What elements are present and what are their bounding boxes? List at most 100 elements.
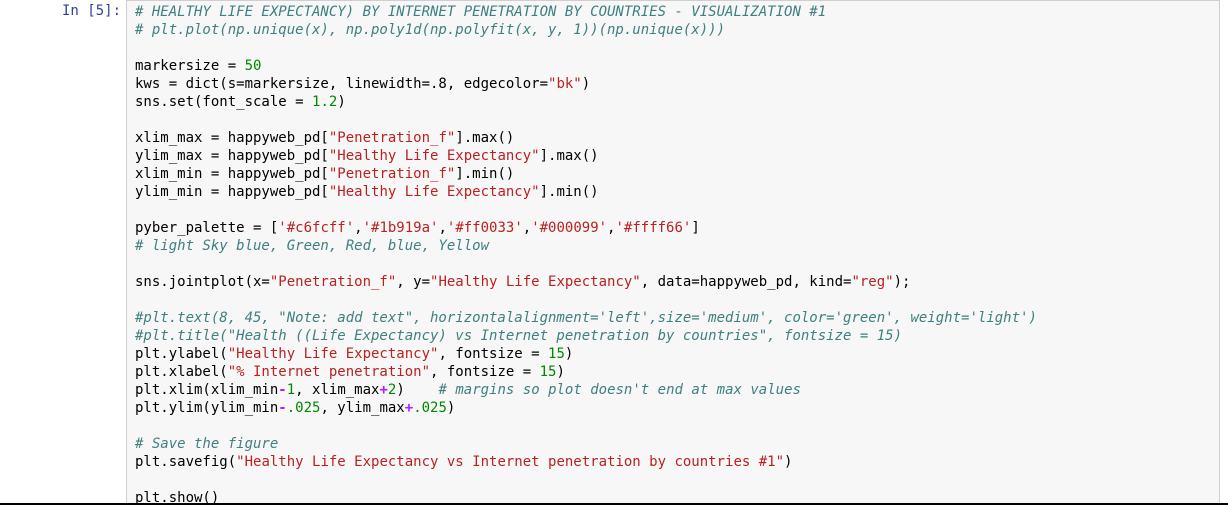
code-line: sns.jointplot(x="Penetration_f", y="Heal… xyxy=(135,273,1219,291)
code-token: "Healthy Life Expectancy vs Internet pen… xyxy=(236,454,785,470)
code-line: plt.ylim(ylim_min-.025, ylim_max+.025) xyxy=(135,399,1219,417)
code-token: ].min() xyxy=(539,184,599,200)
code-token: ].max() xyxy=(539,148,599,164)
code-token: , xyxy=(522,220,532,236)
code-token: 50 xyxy=(244,58,262,74)
code-cell-input[interactable]: # HEALTHY LIFE EXPECTANCY) BY INTERNET P… xyxy=(126,0,1220,505)
code-token: - xyxy=(278,400,287,416)
code-token: '#ff0033' xyxy=(446,220,523,236)
code-token: #plt.text(8, 45, "Note: add text", horiz… xyxy=(135,310,1037,326)
code-line: plt.savefig("Healthy Life Expectancy vs … xyxy=(135,453,1219,471)
code-token: # Save the figure xyxy=(135,436,279,452)
code-token: , y= xyxy=(396,274,431,290)
code-token: , xyxy=(354,220,363,236)
code-token: + xyxy=(404,400,414,416)
code-token: pyber_palette = [ xyxy=(135,220,279,236)
code-token: "% Internet penetration" xyxy=(227,364,431,380)
code-token: 15 xyxy=(548,346,565,362)
code-token: "Healthy Life Expectancy" xyxy=(328,184,540,200)
code-line: markersize = 50 xyxy=(135,57,1219,75)
code-token: "Healthy Life Expectancy" xyxy=(328,148,540,164)
code-token: '#000099' xyxy=(531,220,608,236)
code-line: plt.xlim(xlim_min-1, xlim_max+2) # margi… xyxy=(135,381,1219,399)
code-token: # HEALTHY LIFE EXPECTANCY) BY INTERNET P… xyxy=(135,4,827,20)
code-token: xlim_min = happyweb_pd[ xyxy=(135,166,329,182)
code-token: "Penetration_f" xyxy=(328,130,456,146)
code-token: #plt.title("Health ((Life Expectancy) vs… xyxy=(135,328,903,344)
code-token: , fontsize = xyxy=(438,346,549,362)
code-token: , fontsize = xyxy=(430,364,540,380)
code-token: - xyxy=(278,382,287,398)
code-token: "Penetration_f" xyxy=(269,274,397,290)
code-token: , xlim_max xyxy=(295,382,380,398)
code-token: , xyxy=(438,220,447,236)
code-token: , data=happyweb_pd, kind= xyxy=(640,274,852,290)
code-line: plt.ylabel("Healthy Life Expectancy", fo… xyxy=(135,345,1219,363)
code-token: 15 xyxy=(539,364,557,380)
code-token: "Healthy Life Expectancy" xyxy=(430,274,641,290)
code-line: # HEALTHY LIFE EXPECTANCY) BY INTERNET P… xyxy=(135,3,1219,21)
code-token: , ylim_max xyxy=(320,400,405,416)
code-token: ); xyxy=(893,274,911,290)
code-token: ylim_max = happyweb_pd[ xyxy=(135,148,329,164)
code-token: ].min() xyxy=(455,166,515,182)
cell-prompt: In [5]: xyxy=(62,3,122,19)
code-line: ylim_max = happyweb_pd["Healthy Life Exp… xyxy=(135,147,1219,165)
code-line: #plt.text(8, 45, "Note: add text", horiz… xyxy=(135,309,1219,327)
code-token: ) xyxy=(564,346,574,362)
code-line: kws = dict(s=markersize, linewidth=.8, e… xyxy=(135,75,1219,93)
code-line: # Save the figure xyxy=(135,435,1219,453)
code-token: xlim_max = happyweb_pd[ xyxy=(135,130,329,146)
code-token: ) xyxy=(337,94,346,110)
code-token: ) xyxy=(446,400,456,416)
code-token: ) xyxy=(396,382,439,398)
code-token: ] xyxy=(691,220,700,236)
code-token: plt.ylabel( xyxy=(135,346,228,362)
code-token: plt.xlabel( xyxy=(135,364,228,380)
code-token: "Healthy Life Expectancy" xyxy=(227,346,439,362)
code-editor[interactable]: # HEALTHY LIFE EXPECTANCY) BY INTERNET P… xyxy=(127,1,1219,505)
code-line: # light Sky blue, Green, Red, blue, Yell… xyxy=(135,237,1219,255)
code-token: sns.jointplot(x= xyxy=(135,274,270,290)
code-token: plt.xlim(xlim_min xyxy=(135,382,279,398)
code-token: kws = dict(s=markersize, linewidth=.8, e… xyxy=(135,76,549,92)
code-token: 1.2 xyxy=(312,94,338,110)
code-token: markersize = xyxy=(135,58,245,74)
code-token: plt.ylim(ylim_min xyxy=(135,400,279,416)
code-line: #plt.title("Health ((Life Expectancy) vs… xyxy=(135,327,1219,345)
code-token: ) xyxy=(581,76,591,92)
code-token: ].max() xyxy=(455,130,515,146)
code-token: "bk" xyxy=(548,76,582,92)
code-line: plt.xlabel("% Internet penetration", fon… xyxy=(135,363,1219,381)
code-line: # plt.plot(np.unique(x), np.poly1d(np.po… xyxy=(135,21,1219,39)
code-token: "Penetration_f" xyxy=(328,166,456,182)
code-token: '#ffff66' xyxy=(615,220,692,236)
code-token: '#c6fcff' xyxy=(278,220,355,236)
code-line: ylim_min = happyweb_pd["Healthy Life Exp… xyxy=(135,183,1219,201)
code-token: ) xyxy=(784,454,793,470)
code-token: # margins so plot doesn't end at max val… xyxy=(438,382,801,398)
code-token: plt.savefig( xyxy=(135,454,237,470)
code-token: # plt.plot(np.unique(x), np.poly1d(np.po… xyxy=(135,22,726,38)
code-token: '#1b919a' xyxy=(362,220,439,236)
code-line: xlim_min = happyweb_pd["Penetration_f"].… xyxy=(135,165,1219,183)
code-token: .025 xyxy=(413,400,447,416)
code-line: xlim_max = happyweb_pd["Penetration_f"].… xyxy=(135,129,1219,147)
code-token: 1 xyxy=(286,382,296,398)
code-token: .025 xyxy=(286,400,321,416)
notebook-page: In [5]: # HEALTHY LIFE EXPECTANCY) BY IN… xyxy=(0,0,1228,505)
code-token: ylim_min = happyweb_pd[ xyxy=(135,184,329,200)
code-token: "reg" xyxy=(851,274,894,290)
code-line: pyber_palette = ['#c6fcff','#1b919a','#f… xyxy=(135,219,1219,237)
code-line: sns.set(font_scale = 1.2) xyxy=(135,93,1219,111)
code-token: # light Sky blue, Green, Red, blue, Yell… xyxy=(135,238,490,254)
code-token: + xyxy=(379,382,388,398)
code-token: ) xyxy=(556,364,565,380)
